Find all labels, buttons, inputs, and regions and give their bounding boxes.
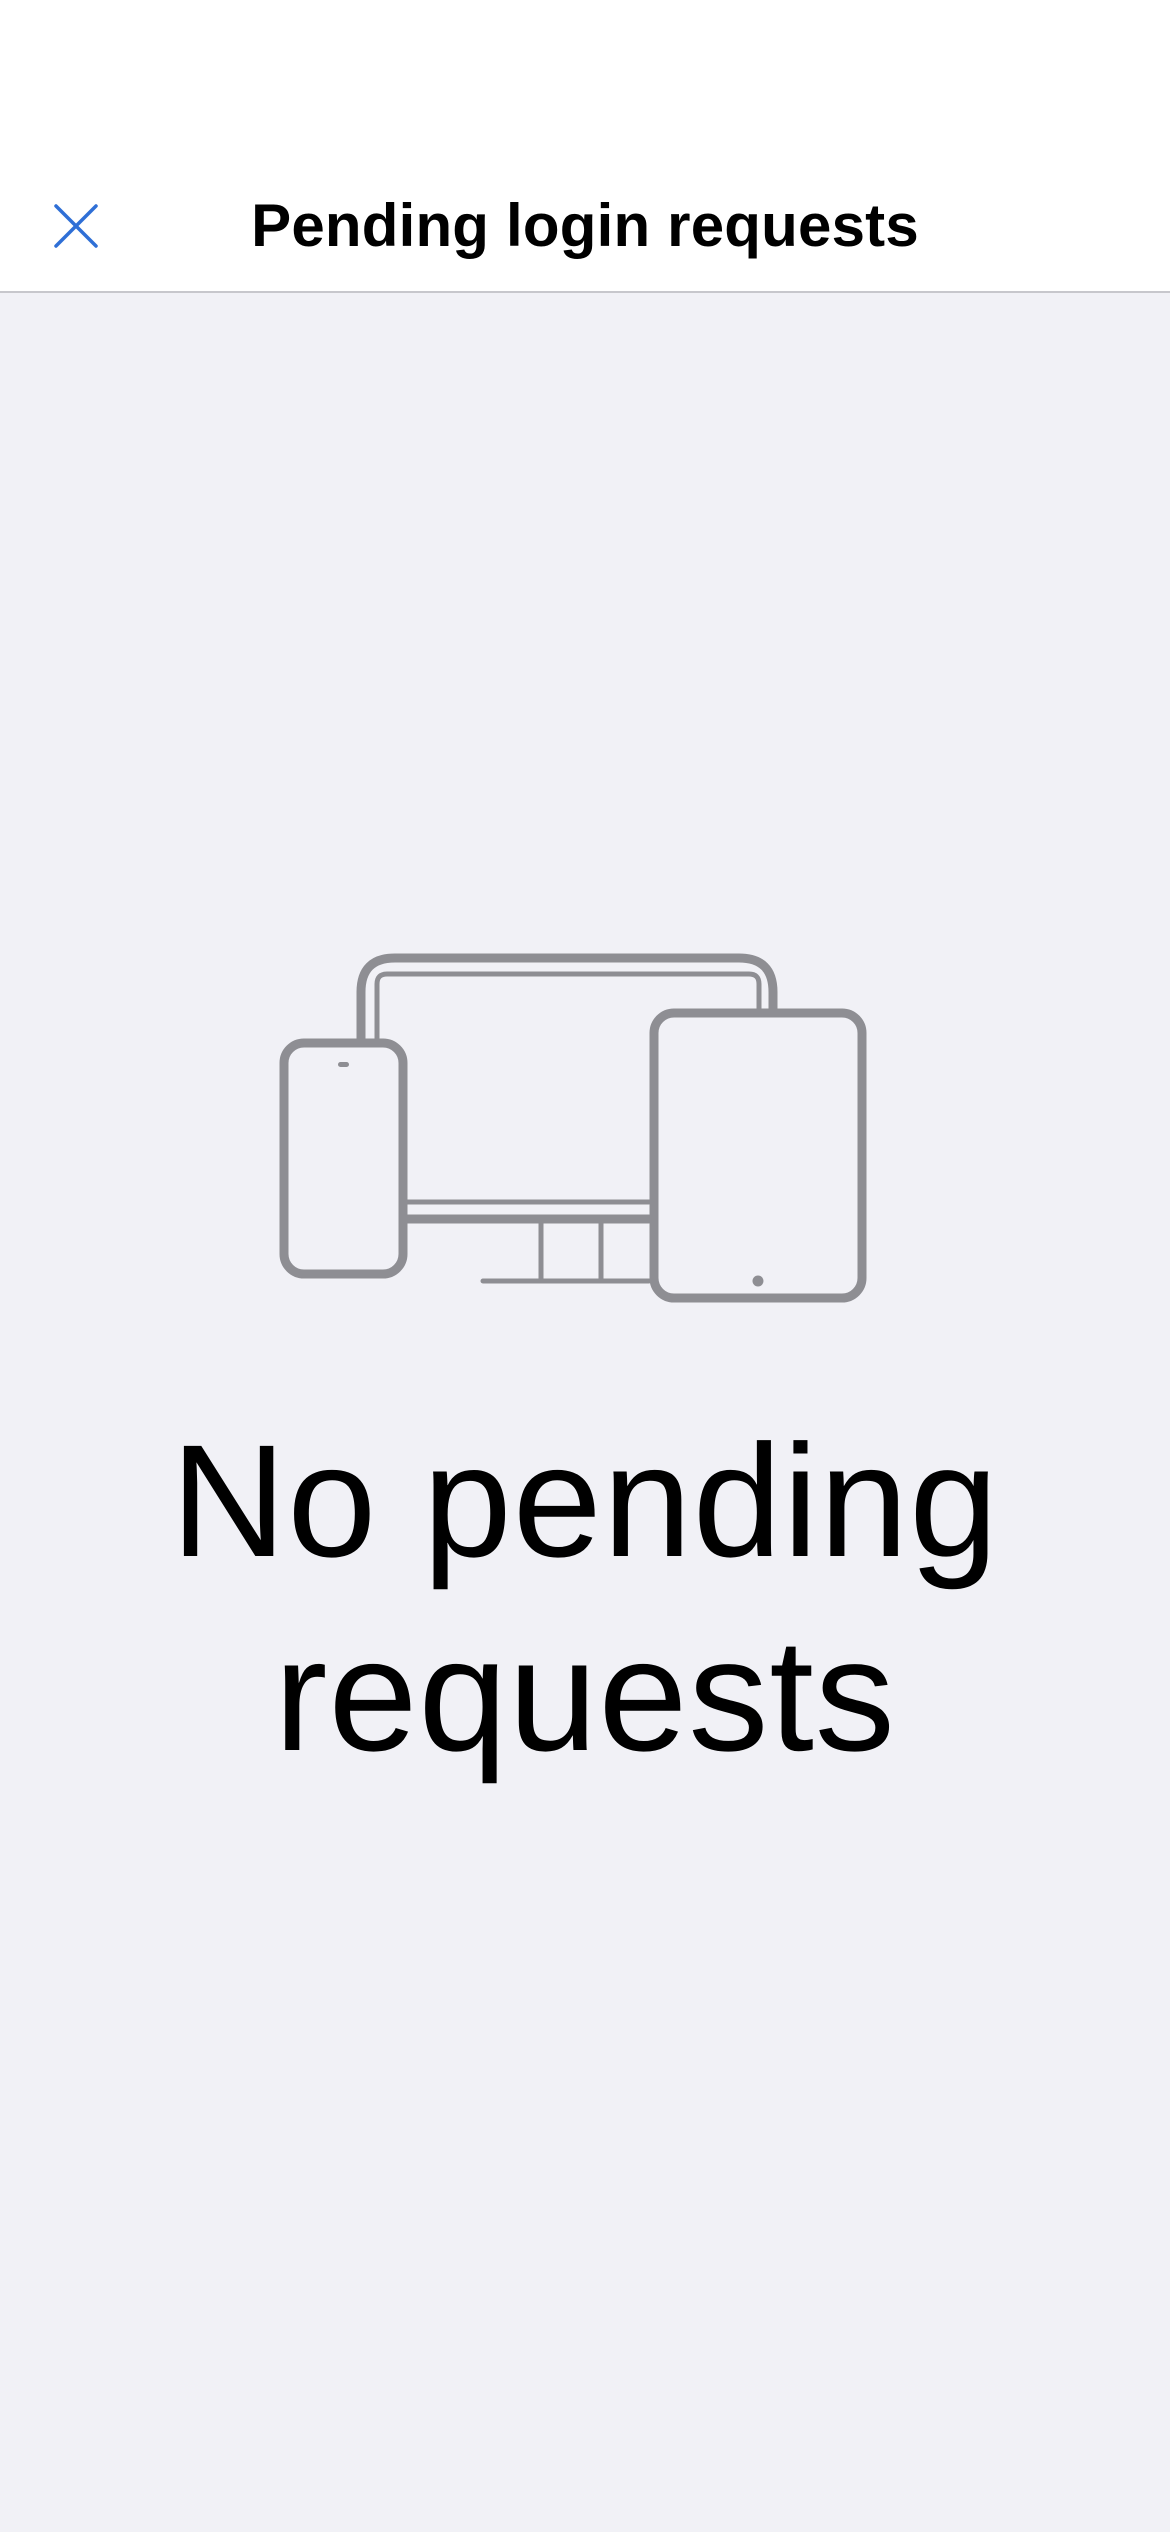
navigation-bar: Pending login requests: [0, 0, 1170, 293]
devices-icon: [279, 953, 867, 1303]
page-title: Pending login requests: [251, 192, 919, 259]
pending-login-requests-screen: Pending login requests No pending reques…: [0, 0, 1170, 2532]
empty-state: No pending requests: [0, 940, 1170, 1792]
empty-state-title: No pending requests: [170, 1411, 1000, 1784]
